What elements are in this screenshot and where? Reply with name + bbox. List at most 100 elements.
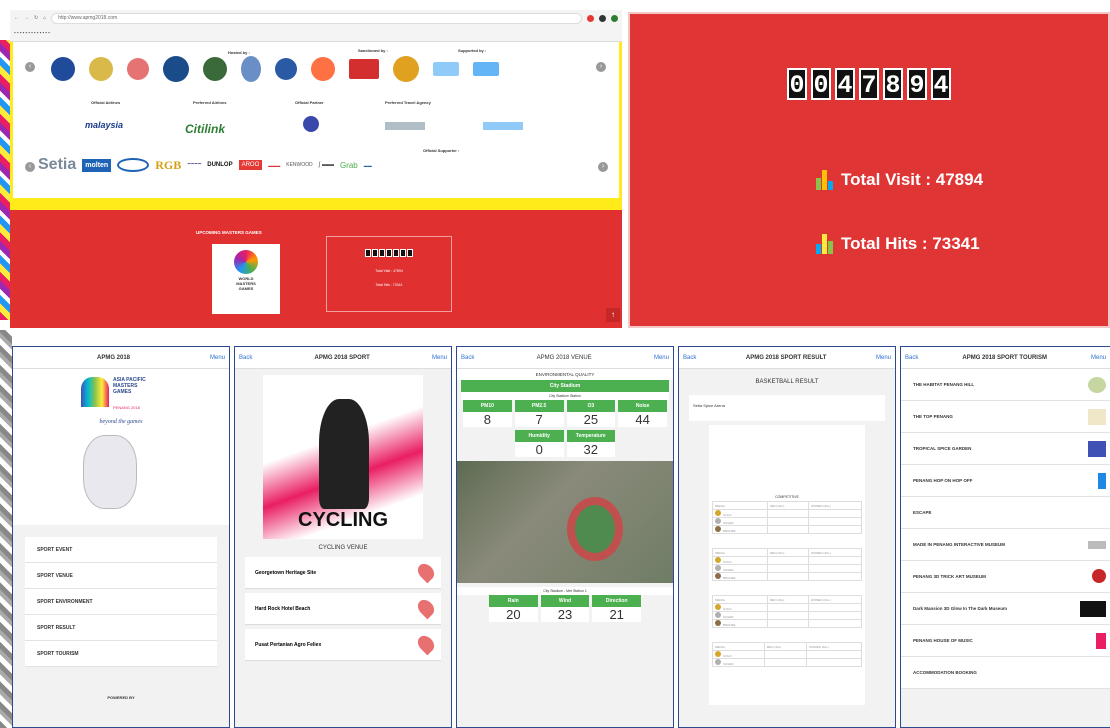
sanctioned-by-label: Sanctioned by : (358, 48, 388, 53)
logo-8 (311, 57, 335, 81)
menu-sport-venue[interactable]: SPORT VENUE (25, 563, 217, 589)
address-bar[interactable]: http://www.apmg2018.com (51, 12, 582, 24)
digit-5: 8 (883, 68, 903, 100)
browser-chrome: ← → ↻ ⌂ http://www.apmg2018.com ▪ ▪ ▪ ▪ … (10, 10, 622, 42)
met-params-row: Rain 20 Wind 23 Direction 21 (489, 595, 642, 622)
menu-sport-event[interactable]: SPORT EVENT (25, 537, 217, 563)
extension-icon[interactable] (587, 14, 594, 22)
tourism-item[interactable]: TROPICAL SPICE GARDEN (901, 433, 1110, 465)
world-masters-logo[interactable]: WORLD MASTERS GAMES (212, 244, 280, 314)
museum-logo (1088, 541, 1106, 549)
env-params-row: PM10 8 PM2.5 7 O3 25 Noise 44 (463, 400, 667, 427)
digit-2: 0 (811, 68, 831, 100)
phone3-menu-link[interactable]: Menu (654, 355, 669, 361)
citilink-logo: Citilink (185, 122, 226, 136)
result-subtitle: BASKETBALL RESULT (755, 379, 819, 385)
home-icon[interactable]: ⌂ (43, 15, 46, 21)
tourism-item[interactable]: MADE IN PENANG INTERACTIVE MUSEUM (901, 529, 1110, 561)
gold-medal-icon (715, 604, 721, 610)
upcoming-games-panel: UPCOMING MASTERS GAMES WORLD MASTERS GAM… (10, 210, 622, 328)
arena-row[interactable]: Setia Spice Arena (689, 395, 885, 421)
location-pin-icon (414, 596, 438, 620)
apmg-logo-sub: PENANG 2018 (113, 405, 140, 410)
silver-medal-icon (715, 518, 721, 524)
logo-10 (393, 56, 419, 82)
phone5-menu-link[interactable]: Menu (1091, 355, 1106, 361)
venue-item[interactable]: Georgetown Heritage Site (245, 557, 441, 589)
result-table: MEDAL MEN (40+) WOMEN (40+) GOLD SILVER BR… (712, 501, 863, 534)
bronze-medal-icon (715, 526, 721, 532)
tourism-item[interactable]: Dark Mansion 3D Glow In The Dark Museum (901, 593, 1110, 625)
sponsor-row: Setia molten RGB ~~~~ DUNLOP AROO ▬▬▬ KE… (38, 156, 372, 173)
satellite-map[interactable] (457, 461, 673, 583)
sponsor-prev-arrow-icon[interactable]: ‹ (25, 162, 35, 172)
prev-arrow-icon[interactable]: ‹ (25, 62, 35, 72)
mascot-cat (83, 435, 137, 509)
venue-heading: CYCLING VENUE (318, 545, 368, 551)
phone-sport-screen: Back APMG 2018 SPORT Menu CYCLING CYCLIN… (234, 346, 452, 728)
sponsor-oval-logo (117, 158, 150, 172)
phone5-back-link[interactable]: Back (905, 355, 918, 361)
competitive-label: COMPETITIVE (775, 495, 799, 499)
menu-icon[interactable] (611, 14, 618, 22)
spice-garden-logo (1088, 441, 1106, 457)
tourism-item[interactable]: PENANG 3D TRICK ART MUSEUM (901, 561, 1110, 593)
profile-icon[interactable] (599, 14, 606, 22)
upcoming-title: UPCOMING MASTERS GAMES (196, 230, 262, 235)
menu-sport-environment[interactable]: SPORT ENVIRONMENT (25, 589, 217, 615)
dunlop-logo: DUNLOP (207, 162, 233, 168)
tourism-item[interactable]: PENANG HOP ON HOP OFF (901, 465, 1110, 497)
logo-6 (241, 56, 261, 82)
partner-logo (303, 116, 319, 132)
tourism-item[interactable]: ACCOMMODATION BOOKING (901, 657, 1110, 689)
bronze-medal-icon (715, 620, 721, 626)
sponsor-next-arrow-icon[interactable]: › (598, 162, 608, 172)
back-icon[interactable]: ← (14, 15, 19, 21)
tourism-item[interactable]: ESCAPE (901, 497, 1110, 529)
scroll-top-button[interactable]: ↑ (606, 308, 620, 322)
logo-row-1 (51, 56, 499, 82)
logo-12 (473, 62, 499, 76)
cycling-banner-text: CYCLING (298, 509, 388, 531)
phone4-menu-link[interactable]: Menu (876, 355, 891, 361)
apmg-logo-icon (81, 377, 109, 407)
phone4-back-link[interactable]: Back (683, 355, 696, 361)
official-airlines-label: Official Airlines (91, 100, 121, 105)
result-table: MEDAL MEN (40+) WOMEN (40+) GOLD SILVER BR… (712, 548, 863, 581)
mini-hits: Total Hits : 73341 (375, 283, 403, 287)
logo-4 (163, 56, 189, 82)
venue-item[interactable]: Hard Rock Hotel Beach (245, 593, 441, 625)
logo-3 (127, 58, 149, 80)
phone3-back-link[interactable]: Back (461, 355, 474, 361)
phone1-menu-link[interactable]: Menu (210, 355, 225, 361)
menu-sport-result[interactable]: SPORT RESULT (25, 615, 217, 641)
forward-icon[interactable]: → (24, 15, 29, 21)
station-sub: City Stadium Station (461, 392, 669, 400)
phone2-title: APMG 2018 SPORT (314, 354, 370, 361)
phone5-title: APMG 2018 SPORT TOURISM (962, 354, 1047, 361)
apmg-logo-text: ASIA PACIFIC MASTERS GAMES (113, 377, 146, 395)
tourism-item[interactable]: THE TOP PENANG (901, 401, 1110, 433)
digit-4: 7 (859, 68, 879, 100)
phone1-title: APMG 2018 (96, 354, 130, 361)
dark-mansion-logo (1080, 601, 1106, 617)
logo-9 (349, 59, 379, 79)
menu-sport-tourism[interactable]: SPORT TOURISM (25, 641, 217, 667)
the-top-logo (1088, 409, 1106, 425)
reload-icon[interactable]: ↻ (34, 15, 38, 21)
tourism-item[interactable]: THE HABITAT PENANG HILL (901, 369, 1110, 401)
kenwood-logo: KENWOOD (286, 162, 313, 168)
phone2-menu-link[interactable]: Menu (432, 355, 447, 361)
visitor-counter-panel: 0 0 4 7 8 9 4 Total Visit : 47894 Total … (628, 12, 1110, 328)
logo-1 (51, 57, 75, 81)
next-arrow-icon[interactable]: › (596, 62, 606, 72)
powered-by: POWERED BY (107, 695, 135, 700)
phone2-back-link[interactable]: Back (239, 355, 252, 361)
venue-item[interactable]: Pusat Pertanian Agro Feliex (245, 629, 441, 661)
grab-logo: Grab (339, 160, 358, 170)
station-header: City Stadium (461, 380, 669, 392)
total-hits-stat: Total Hits : 73341 (816, 234, 980, 254)
logo-2 (89, 57, 113, 81)
tourism-item[interactable]: PENANG HOUSE OF MUSIC (901, 625, 1110, 657)
logo-7 (275, 58, 297, 80)
